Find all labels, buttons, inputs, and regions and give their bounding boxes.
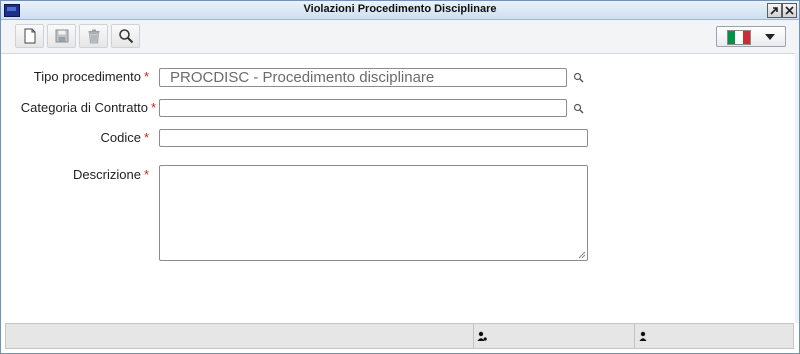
floppy-disk-icon — [55, 29, 68, 43]
user-info-icon — [477, 331, 487, 341]
required-marker: * — [150, 100, 156, 115]
magnifier-icon — [573, 72, 584, 83]
new-document-icon — [24, 28, 35, 44]
status-bar — [5, 323, 794, 349]
tipo-procedimento-label: Tipo procedimento * — [34, 69, 149, 84]
status-separator — [473, 324, 474, 348]
descrizione-label: Descrizione * — [73, 167, 149, 182]
search-button[interactable] — [111, 24, 140, 48]
flag-stripe-green — [728, 31, 736, 44]
scrollbar-edge — [795, 53, 799, 323]
descrizione-label-text: Descrizione — [73, 167, 141, 182]
new-button[interactable] — [15, 24, 44, 48]
magnifier-icon — [573, 103, 584, 114]
flag-stripe-red — [742, 31, 750, 44]
trash-icon — [88, 29, 99, 43]
language-select[interactable] — [716, 26, 786, 47]
codice-input[interactable] — [159, 129, 588, 147]
tipo-procedimento-lookup-button[interactable] — [570, 69, 586, 85]
tipo-procedimento-value: PROCDISC - Procedimento disciplinare — [170, 69, 435, 86]
magnifier-icon — [118, 29, 133, 44]
toolbar-actions — [15, 24, 143, 48]
close-button[interactable] — [782, 3, 797, 18]
categoria-contratto-label: Categoria di Contratto * — [21, 100, 156, 115]
save-button[interactable] — [47, 24, 76, 48]
categoria-contratto-input[interactable] — [159, 99, 567, 117]
toolbar — [1, 20, 799, 54]
pin-button[interactable] — [767, 3, 782, 18]
codice-label-text: Codice — [100, 130, 141, 145]
dialog-window: Violazioni Procedimento Disciplinare Tip… — [0, 0, 800, 354]
required-marker: * — [143, 69, 149, 84]
window-title: Violazioni Procedimento Disciplinare — [303, 3, 497, 15]
categoria-contratto-lookup-button[interactable] — [570, 100, 586, 116]
status-separator — [634, 324, 635, 348]
resize-grip-icon[interactable] — [576, 249, 586, 259]
categoria-contratto-label-text: Categoria di Contratto — [20, 100, 148, 115]
descrizione-textarea[interactable] — [159, 165, 588, 261]
tipo-procedimento-label-text: Tipo procedimento — [33, 69, 141, 84]
tipo-procedimento-field[interactable]: PROCDISC - Procedimento disciplinare — [159, 68, 567, 87]
close-icon — [785, 6, 794, 15]
user-icon — [639, 331, 647, 341]
pin-icon — [770, 7, 778, 15]
delete-button[interactable] — [79, 24, 108, 48]
codice-label: Codice * — [100, 130, 149, 145]
italian-flag-icon — [727, 30, 751, 45]
chevron-down-icon — [765, 34, 775, 40]
flag-stripe-white — [735, 31, 743, 44]
required-marker: * — [143, 167, 149, 182]
title-bar[interactable]: Violazioni Procedimento Disciplinare — [1, 1, 799, 20]
required-marker: * — [143, 130, 149, 145]
